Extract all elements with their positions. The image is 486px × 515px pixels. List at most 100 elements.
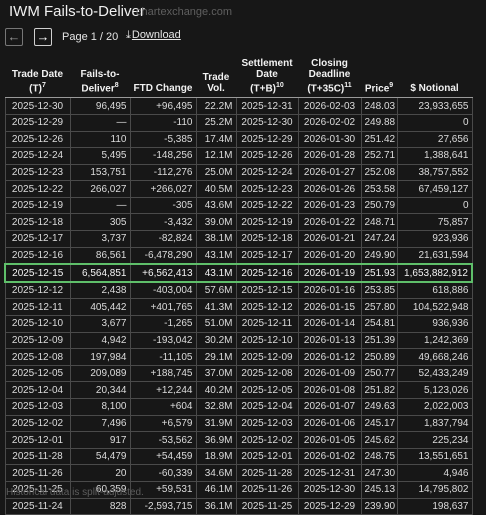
cell-settlement-date: 2025-12-11 (235, 315, 299, 333)
arrow-left-icon: ← (7, 29, 21, 44)
cell-trade-date: 2025-12-09 (4, 331, 71, 350)
cell-trade-date: 2025-12-23 (4, 163, 71, 182)
cell-ftd-change: +401,765 (129, 298, 197, 317)
table-row: 2025-12-05 209,089 +188,745 37.0M 2025-12-08… (4, 364, 473, 383)
cell-notional: 38,757,552 (396, 163, 473, 182)
cell-closing-deadline: 2026-01-20 (297, 246, 362, 265)
column-header-label: Trade Date (T) (11, 69, 64, 95)
cell-price: 251.42 (360, 130, 398, 149)
cell-settlement-date: 2025-12-23 (235, 180, 299, 198)
cell-closing-deadline: 2026-01-22 (297, 213, 362, 232)
cell-settlement-date: 2025-12-26 (235, 147, 299, 165)
cell-trade-vol: 43.1M (195, 246, 237, 265)
cell-closing-deadline: 2026-01-21 (297, 230, 362, 248)
column-header-ftd-change[interactable]: FTD Change (130, 56, 196, 99)
footnote-marker: 9 (389, 82, 394, 89)
next-page-button[interactable]: → (34, 28, 52, 46)
cell-settlement-date: 2025-11-28 (235, 464, 299, 482)
cell-notional: 5,123,026 (396, 381, 473, 400)
cell-notional: 0 (396, 196, 473, 215)
cell-price: 248.75 (360, 447, 398, 466)
cell-trade-vol: 36.9M (195, 431, 237, 449)
cell-fails-to-deliver: 5,495 (69, 147, 131, 165)
cell-trade-date: 2025-12-03 (4, 398, 71, 416)
footnote-marker: 7 (41, 82, 46, 89)
cell-ftd-change: -403,004 (129, 281, 197, 300)
cell-trade-date: 2025-12-08 (4, 348, 71, 366)
cell-settlement-date: 2025-12-19 (235, 213, 299, 232)
cell-trade-date: 2025-12-12 (4, 281, 71, 300)
cell-trade-date: 2025-12-02 (4, 414, 71, 433)
cell-trade-date: 2025-12-05 (4, 364, 71, 383)
cell-ftd-change: -60,339 (129, 464, 197, 482)
cell-notional: 923,936 (396, 230, 473, 248)
cell-trade-vol: 57.6M (195, 281, 237, 300)
table-row: 2025-12-04 20,344 +12,244 40.2M 2025-12-05 20… (4, 381, 473, 400)
cell-trade-vol: 41.3M (195, 298, 237, 317)
cell-price: 253.58 (360, 180, 398, 198)
download-link[interactable]: ⤓Download (126, 29, 181, 42)
cell-closing-deadline: 2026-01-09 (297, 364, 362, 383)
table-row: 2025-11-24 828 -2,593,715 36.1M 2025-11-25 20… (4, 497, 473, 515)
table-controls: ← → Page 1 / 20 ⤓Download (0, 24, 486, 54)
cell-trade-vol: 34.6M (195, 464, 237, 482)
cell-trade-date: 2025-12-18 (4, 213, 71, 232)
cell-settlement-date: 2025-12-04 (235, 398, 299, 416)
cell-notional: 52,433,249 (396, 364, 473, 383)
cell-settlement-date: 2025-12-12 (235, 298, 299, 317)
cell-closing-deadline: 2026-01-06 (297, 414, 362, 433)
cell-ftd-change: -305 (129, 196, 197, 215)
column-header-fails-to-deliver[interactable]: Fails-to-Deliver8 (70, 56, 130, 99)
cell-notional: 14,795,802 (396, 480, 473, 499)
cell-trade-date: 2025-11-26 (4, 464, 71, 482)
cell-trade-date: 2025-12-22 (4, 180, 71, 198)
column-header-settlement-date[interactable]: Settlement Date (T+B)10 (236, 56, 298, 99)
cell-notional: 49,668,246 (396, 348, 473, 366)
cell-fails-to-deliver: 8,100 (69, 398, 131, 416)
table-row: 2025-12-23 153,751 -112,276 25.0M 2025-12-24… (4, 163, 473, 182)
cell-price: 251.82 (360, 381, 398, 400)
table-row: 2025-12-11 405,442 +401,765 41.3M 2025-12-12… (4, 298, 473, 317)
cell-settlement-date: 2025-12-22 (235, 196, 299, 215)
cell-closing-deadline: 2026-01-07 (297, 398, 362, 416)
page-title: IWM Fails-to-Deliver (9, 3, 145, 20)
cell-closing-deadline: 2026-02-02 (297, 113, 362, 132)
cell-price: 249.88 (360, 113, 398, 132)
cell-settlement-date: 2025-12-02 (235, 431, 299, 449)
cell-ftd-change: -6,478,290 (129, 246, 197, 265)
table-row: 2025-12-29— -110 25.2M 2025-12-30 2026-02-02… (4, 113, 473, 132)
cell-fails-to-deliver: 828 (69, 497, 131, 515)
cell-ftd-change: -2,593,715 (129, 497, 197, 515)
cell-settlement-date: 2025-12-18 (235, 230, 299, 248)
column-header-price[interactable]: Price9 (361, 56, 397, 99)
cell-trade-vol: 40.5M (195, 180, 237, 198)
column-header-trade-vol[interactable]: Trade Vol. (196, 56, 236, 99)
cell-ftd-change: +54,459 (129, 447, 197, 466)
cell-settlement-date: 2025-12-10 (235, 331, 299, 350)
table-row: 2025-12-24 5,495 -148,256 12.1M 2025-12-26 20… (4, 147, 473, 165)
cell-settlement-date: 2025-11-26 (235, 480, 299, 499)
download-label: Download (131, 29, 181, 41)
cell-ftd-change: -193,042 (129, 331, 197, 350)
table-row: 2025-12-09 4,942 -193,042 30.2M 2025-12-10 20… (4, 331, 473, 350)
cell-closing-deadline: 2026-01-02 (297, 447, 362, 466)
column-header-notional[interactable]: $ Notional (397, 56, 472, 99)
column-header-closing-deadline[interactable]: Closing Deadline (T+35C)11 (298, 56, 361, 99)
cell-notional: 1,388,641 (396, 147, 473, 165)
prev-page-button[interactable]: ← (5, 28, 23, 46)
cell-trade-vol: 18.9M (195, 447, 237, 466)
cell-closing-deadline: 2026-01-28 (297, 147, 362, 165)
cell-price: 245.13 (360, 480, 398, 499)
cell-fails-to-deliver: 405,442 (69, 298, 131, 317)
column-header-label: Settlement Date (T+B) (241, 58, 293, 95)
cell-fails-to-deliver: 305 (69, 213, 131, 232)
cell-fails-to-deliver: 20,344 (69, 381, 131, 400)
cell-trade-vol: 46.1M (195, 480, 237, 499)
cell-settlement-date: 2025-12-30 (235, 113, 299, 132)
cell-price: 257.80 (360, 298, 398, 317)
ftd-table-container: Trade Date (T)7 Fails-to-Deliver8 FTD Chan… (4, 56, 473, 515)
cell-settlement-date: 2025-12-15 (235, 281, 299, 300)
cell-fails-to-deliver: 7,496 (69, 414, 131, 433)
column-header-trade-date[interactable]: Trade Date (T)7 (5, 56, 70, 99)
cell-settlement-date: 2025-12-08 (235, 364, 299, 383)
